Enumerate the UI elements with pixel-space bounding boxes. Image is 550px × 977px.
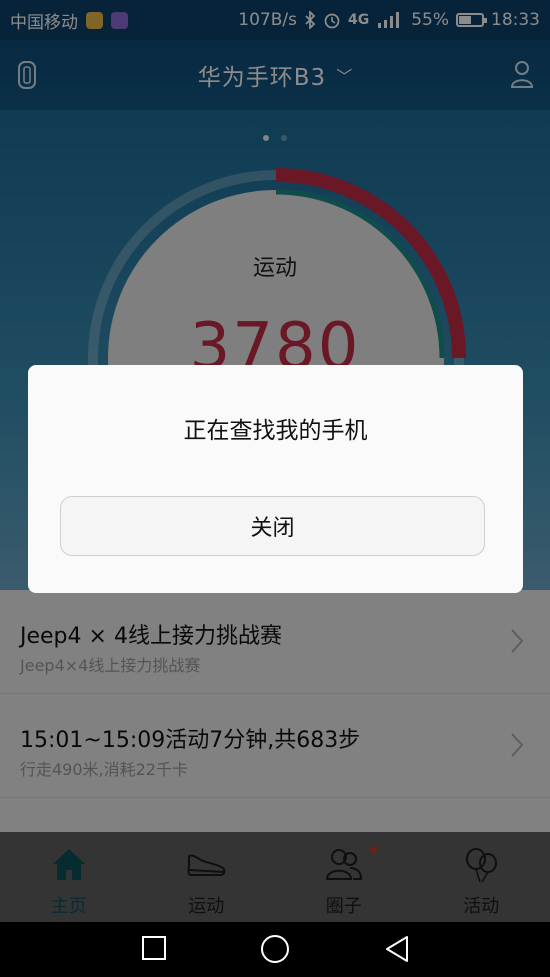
home-button-icon[interactable] [259, 933, 291, 965]
close-button[interactable]: 关闭 [60, 496, 485, 556]
system-navigation-bar [0, 922, 550, 977]
recent-apps-icon[interactable] [141, 935, 167, 961]
screen: 中国移动 107B/s 4G 55% 18:33 华为手环B3 ﹀ 运动 378… [0, 0, 550, 977]
back-icon[interactable] [384, 935, 410, 963]
dialog-message: 正在查找我的手机 [183, 418, 368, 444]
find-phone-dialog: 正在查找我的手机 关闭 [28, 365, 523, 593]
